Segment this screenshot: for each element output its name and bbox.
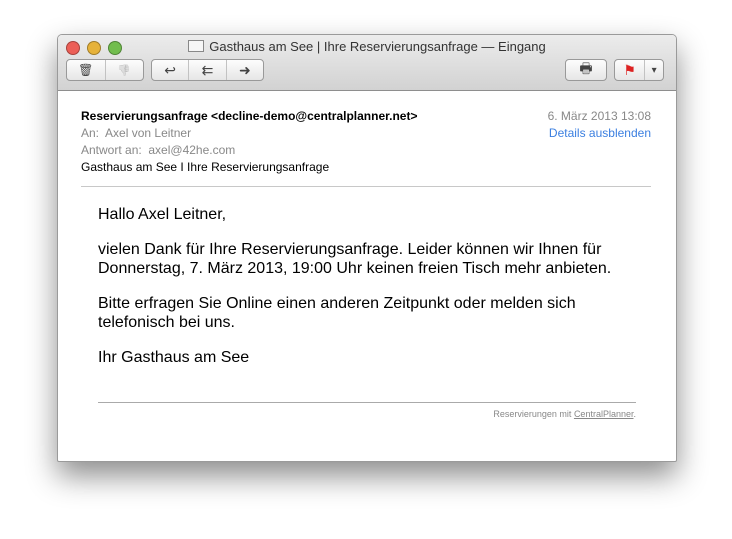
reply-to-label: Antwort an: — [81, 143, 142, 157]
header-divider — [81, 186, 651, 187]
subject-field: Gasthaus am See I Ihre Reservierungsanfr… — [81, 160, 330, 174]
reply-to-value: axel@42he.com — [148, 143, 236, 157]
date: 6. März 2013 13:08 — [547, 109, 651, 123]
window-title: Gasthaus am See | Ihre Reservierungsanfr… — [58, 39, 676, 54]
hide-details-link[interactable]: Details ausblenden — [548, 125, 651, 142]
envelope-icon — [188, 40, 205, 52]
title-bar: Gasthaus am See | Ihre Reservierungsanfr… — [58, 35, 676, 91]
delete-button[interactable]: 🗑 — [67, 60, 106, 80]
trash-icon: 🗑 — [78, 63, 94, 77]
printer-icon: 🖶 — [579, 60, 593, 76]
reply-to-field: Antwort an: axel@42he.com — [81, 142, 651, 159]
message-body: Hallo Axel Leitner, vielen Dank für Ihre… — [98, 205, 646, 383]
thumbs-down-icon: 👎 — [117, 64, 132, 77]
to-value: Axel von Leitner — [105, 126, 192, 140]
paragraph-2: Bitte erfragen Sie Online einen anderen … — [98, 295, 576, 331]
greeting: Hallo Axel Leitner, — [98, 206, 227, 223]
reply-icon: ↩ — [164, 61, 177, 78]
reply-all-button[interactable]: ⇇ — [189, 60, 227, 80]
reply-button[interactable]: ↩ — [152, 60, 190, 80]
flag-icon: ⚑ — [623, 61, 636, 78]
chevron-down-icon: ▾ — [651, 64, 657, 76]
footer: Reservierungen mit CentralPlanner. — [493, 409, 636, 419]
mail-window: Gasthaus am See | Ihre Reservierungsanfr… — [57, 34, 677, 462]
to-label: An: — [81, 126, 100, 140]
message-header: Reservierungsanfrage <decline-demo@centr… — [81, 108, 651, 176]
reply-all-icon: ⇇ — [201, 61, 214, 78]
signature: Ihr Gasthaus am See — [98, 349, 250, 366]
footer-dot: . — [633, 409, 636, 419]
forward-button[interactable]: ➜ — [227, 60, 263, 80]
paragraph-1: vielen Dank für Ihre Reservierungsanfrag… — [98, 241, 612, 277]
footer-divider — [98, 402, 636, 403]
window-title-text: Gasthaus am See | Ihre Reservierungsanfr… — [209, 39, 546, 54]
print-button[interactable]: 🖶 — [566, 60, 606, 80]
junk-button[interactable]: 👎 — [106, 60, 144, 80]
flag-button[interactable]: ⚑ — [615, 60, 646, 80]
centralplanner-link[interactable]: CentralPlanner — [574, 409, 634, 419]
footer-text: Reservierungen mit — [493, 409, 574, 419]
forward-icon: ➜ — [238, 61, 251, 78]
flag-menu-button[interactable]: ▾ — [645, 60, 663, 80]
